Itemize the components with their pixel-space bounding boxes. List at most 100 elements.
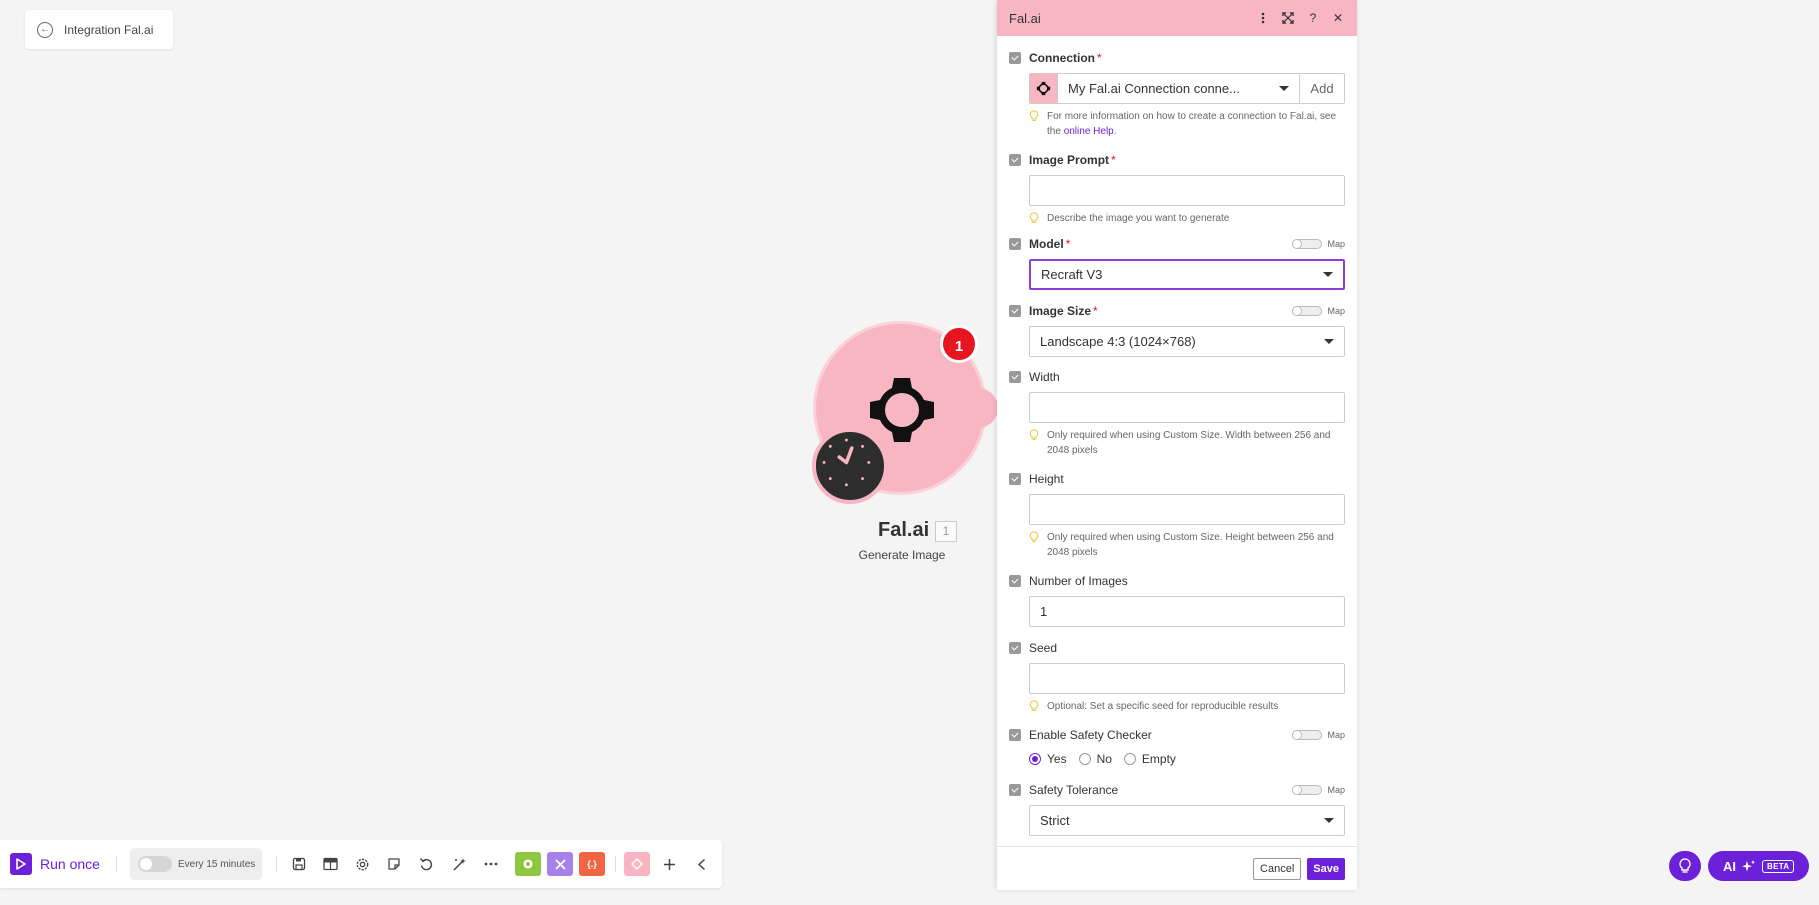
field-toggle-checkbox[interactable] (1009, 238, 1021, 250)
image-size-select[interactable]: Landscape 4:3 (1024×768) (1029, 326, 1345, 357)
number-of-images-input[interactable]: 1 (1029, 596, 1345, 627)
connection-select[interactable]: My Fal.ai Connection conne... (1058, 73, 1300, 104)
required-marker: * (1065, 237, 1071, 251)
field-toggle-checkbox[interactable] (1009, 642, 1021, 654)
map-toggle[interactable]: Map (1292, 239, 1345, 249)
ai-assistant-button[interactable]: AI BETA (1708, 851, 1809, 881)
image-size-label: Image Size (1029, 304, 1092, 318)
toolbar-divider (276, 856, 277, 872)
chevron-down-icon (1323, 271, 1333, 277)
safety-tolerance-select[interactable]: Strict (1029, 805, 1345, 836)
number-of-images-field: Number of Images 1 (1009, 573, 1345, 627)
safety-checker-label: Enable Safety Checker (1029, 728, 1152, 742)
model-value: Recraft V3 (1041, 267, 1103, 282)
help-icon[interactable]: ? (1306, 11, 1320, 25)
undo-icon[interactable] (416, 854, 436, 874)
back-arrow-icon[interactable]: ← (37, 21, 53, 38)
image-prompt-field: Image Prompt * Describe the image you wa… (1009, 152, 1345, 226)
settings-icon[interactable] (352, 854, 372, 874)
radio-empty[interactable]: Empty (1123, 752, 1176, 766)
scenario-toolbar: Run once Every 15 minutes {.} (0, 840, 722, 888)
online-help-link[interactable]: online Help (1064, 126, 1114, 137)
field-toggle-checkbox[interactable] (1009, 575, 1021, 587)
falai-chip[interactable] (515, 852, 541, 876)
lightbulb-icon (1029, 212, 1039, 223)
sparkle-icon (1742, 859, 1755, 871)
kebab-menu-icon[interactable] (1256, 11, 1270, 25)
model-field: Model * Map Recraft V3 (1009, 236, 1345, 290)
close-icon[interactable]: ✕ (1331, 11, 1345, 25)
cancel-button[interactable]: Cancel (1253, 857, 1302, 880)
map-toggle[interactable]: Map (1292, 785, 1345, 795)
breadcrumb[interactable]: ← Integration Fal.ai (25, 10, 173, 49)
height-input[interactable] (1029, 494, 1345, 525)
width-input[interactable] (1029, 392, 1345, 423)
breadcrumb-label: Integration Fal.ai (64, 22, 154, 37)
height-hint-text: Only required when using Custom Size. He… (1047, 532, 1334, 558)
expand-icon[interactable] (1281, 11, 1295, 25)
toolbar-divider (116, 856, 117, 872)
lightbulb-icon (1029, 531, 1039, 542)
field-toggle-checkbox[interactable] (1009, 305, 1021, 317)
connection-hint-suffix: . (1113, 126, 1117, 137)
magic-wand-icon[interactable] (449, 854, 469, 874)
field-toggle-checkbox[interactable] (1009, 52, 1021, 64)
seed-input[interactable] (1029, 663, 1345, 694)
field-toggle-checkbox[interactable] (1009, 784, 1021, 796)
flow-control-chip[interactable]: {.} (579, 852, 605, 876)
width-field: Width Only required when using Custom Si… (1009, 369, 1345, 458)
map-toggle[interactable]: Map (1292, 730, 1345, 740)
tools-chip[interactable] (547, 852, 573, 876)
hint-bulb-button[interactable] (1669, 851, 1701, 881)
text-parser-chip[interactable] (624, 852, 650, 876)
ai-label: AI (1723, 858, 1736, 874)
width-hint-text: Only required when using Custom Size. Wi… (1047, 430, 1331, 456)
image-prompt-input[interactable] (1029, 175, 1345, 206)
safety-tolerance-label: Safety Tolerance (1029, 783, 1119, 797)
save-icon[interactable] (289, 854, 309, 874)
more-icon[interactable] (481, 854, 501, 874)
save-button[interactable]: Save (1307, 857, 1345, 880)
chevron-down-icon (1279, 85, 1289, 91)
map-toggle[interactable]: Map (1292, 306, 1345, 316)
image-prompt-label: Image Prompt (1029, 153, 1110, 167)
image-prompt-hint-text: Describe the image you want to generate (1047, 213, 1230, 224)
field-toggle-checkbox[interactable] (1009, 371, 1021, 383)
table-icon[interactable] (320, 854, 340, 874)
required-marker: * (1097, 51, 1102, 65)
seed-hint-text: Optional: Set a specific seed for reprod… (1047, 701, 1279, 712)
safety-tolerance-field: Safety Tolerance Map Strict (1009, 782, 1345, 836)
toolbar-divider (615, 856, 616, 872)
module-settings-panel: Fal.ai ? ✕ Connection * My Fal.ai Connec… (997, 0, 1357, 890)
module-connector-handle[interactable] (978, 388, 998, 428)
connection-field: Connection * My Fal.ai Connection conne.… (1009, 50, 1345, 139)
falai-logo-icon (870, 378, 934, 442)
run-once-button[interactable]: Run once (10, 853, 100, 875)
lightbulb-icon (1029, 700, 1039, 711)
field-toggle-checkbox[interactable] (1009, 729, 1021, 741)
width-hint: Only required when using Custom Size. Wi… (1029, 428, 1345, 458)
add-connection-button[interactable]: Add (1300, 73, 1345, 104)
chevron-down-icon (1324, 338, 1334, 344)
seed-label: Seed (1029, 641, 1058, 655)
model-select[interactable]: Recraft V3 (1029, 259, 1345, 290)
play-icon (10, 853, 32, 875)
safety-tolerance-value: Strict (1040, 813, 1070, 828)
width-label: Width (1029, 370, 1060, 384)
height-hint: Only required when using Custom Size. He… (1029, 530, 1345, 560)
safety-checker-field: Enable Safety Checker Map Yes No Empty (1009, 727, 1345, 766)
notes-icon[interactable] (384, 854, 404, 874)
run-once-label: Run once (40, 856, 100, 872)
schedule-toggle[interactable]: Every 15 minutes (130, 848, 262, 880)
collapse-chevron-icon[interactable] (691, 854, 711, 874)
schedule-clock-icon[interactable] (812, 428, 888, 504)
field-toggle-checkbox[interactable] (1009, 473, 1021, 485)
radio-no[interactable]: No (1078, 752, 1112, 766)
schedule-switch[interactable] (138, 856, 172, 872)
lightbulb-icon (1679, 858, 1691, 873)
seed-hint: Optional: Set a specific seed for reprod… (1029, 699, 1345, 714)
radio-yes[interactable]: Yes (1029, 752, 1067, 766)
height-field: Height Only required when using Custom S… (1009, 471, 1345, 560)
field-toggle-checkbox[interactable] (1009, 154, 1021, 166)
add-icon[interactable] (659, 854, 679, 874)
